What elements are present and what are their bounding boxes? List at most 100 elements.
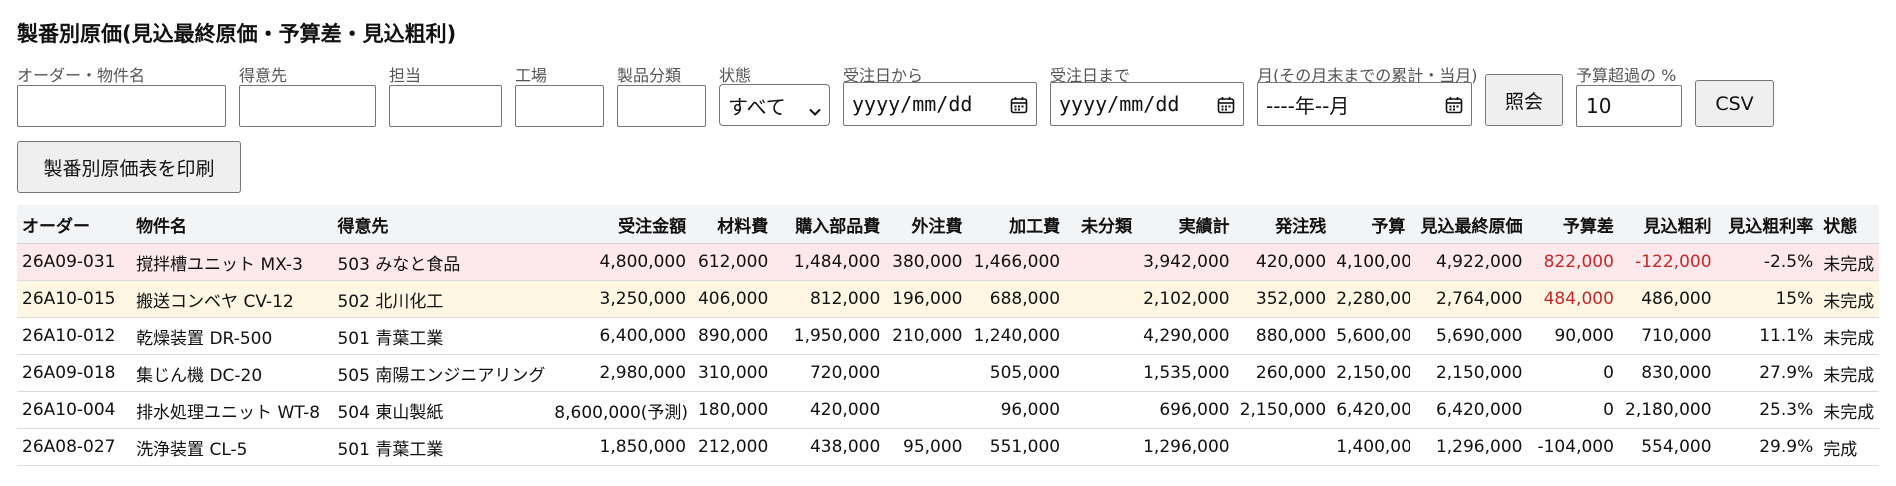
table-row[interactable]: 26A10-015 搬送コンベヤ CV-12 502 北川化工 3,250,00… <box>17 280 1879 318</box>
cell-item-name: 洗浄装置 CL-5 <box>131 428 333 466</box>
cell-budget: 1,400,000 <box>1331 428 1411 466</box>
cell-actual-total: 3,942,000 <box>1137 243 1235 281</box>
cell-order-amount: 3,250,000 <box>549 280 692 318</box>
col-outsourcing[interactable]: 外注費 <box>885 205 968 244</box>
cell-projected-profit: 830,000 <box>1618 354 1717 392</box>
cell-status: 完成 <box>1818 428 1879 466</box>
cell-order-amount: 4,800,000 <box>549 243 692 281</box>
order-input[interactable] <box>17 85 226 127</box>
cell-actual-total: 4,290,000 <box>1137 317 1235 355</box>
date-from-placeholder: yyyy/mm/dd <box>852 92 973 116</box>
cell-customer: 505 南陽エンジニアリング <box>332 354 550 392</box>
cell-actual-total: 1,296,000 <box>1137 428 1235 466</box>
col-order-amount[interactable]: 受注金額 <box>549 205 692 244</box>
table-row[interactable]: 26A09-031 撹拌槽ユニット MX-3 503 みなと食品 4,800,0… <box>17 243 1879 281</box>
calendar-icon[interactable] <box>1217 95 1235 114</box>
over-budget-input[interactable] <box>1576 85 1682 127</box>
cell-unclassified <box>1065 243 1138 281</box>
person-input[interactable] <box>389 85 502 127</box>
cell-budget-diff: 0 <box>1527 391 1619 429</box>
col-purchased-parts[interactable]: 購入部品費 <box>773 205 886 244</box>
cell-processing: 551,000 <box>967 428 1066 466</box>
table-row[interactable]: 26A10-012 乾燥装置 DR-500 501 青葉工業 6,400,000… <box>17 317 1879 355</box>
cell-profit-rate: 27.9% <box>1716 354 1819 392</box>
date-to-placeholder: yyyy/mm/dd <box>1059 92 1180 116</box>
search-button[interactable]: 照会 <box>1485 74 1563 126</box>
col-projected-profit[interactable]: 見込粗利 <box>1618 205 1717 244</box>
col-status[interactable]: 状態 <box>1818 205 1879 244</box>
cell-material-cost: 890,000 <box>691 317 774 355</box>
category-input[interactable] <box>617 85 706 127</box>
cell-purchased-parts: 1,950,000 <box>773 317 886 355</box>
cell-material-cost: 212,000 <box>691 428 774 466</box>
col-unclassified[interactable]: 未分類 <box>1065 205 1138 244</box>
cell-projected-profit: 710,000 <box>1618 317 1717 355</box>
cell-purchased-parts: 720,000 <box>773 354 886 392</box>
col-budget[interactable]: 予算 <box>1331 205 1411 244</box>
col-actual-total[interactable]: 実績計 <box>1137 205 1235 244</box>
cell-processing: 688,000 <box>967 280 1066 318</box>
cell-order: 26A10-012 <box>17 317 132 355</box>
cell-purchased-parts: 812,000 <box>773 280 886 318</box>
date-from-input[interactable]: yyyy/mm/dd <box>843 82 1037 126</box>
factory-input[interactable] <box>515 85 604 127</box>
calendar-icon[interactable] <box>1010 95 1028 114</box>
month-placeholder: ----年--月 <box>1266 93 1350 118</box>
cell-status: 未完成 <box>1818 280 1879 318</box>
cell-projected-profit: 486,000 <box>1618 280 1717 318</box>
cell-projected-cost: 6,420,000 <box>1410 391 1528 429</box>
csv-button[interactable]: CSV <box>1695 80 1774 127</box>
cell-budget-diff: -104,000 <box>1527 428 1619 466</box>
col-order-balance[interactable]: 発注残 <box>1234 205 1332 244</box>
col-order[interactable]: オーダー <box>17 205 132 244</box>
table-header-row: オーダー 物件名 得意先 受注金額 材料費 購入部品費 外注費 加工費 未分類 … <box>17 205 1879 244</box>
cell-profit-rate: -2.5% <box>1716 243 1819 281</box>
cell-order: 26A09-018 <box>17 354 132 392</box>
cell-profit-rate: 25.3% <box>1716 391 1819 429</box>
cell-customer: 503 みなと食品 <box>332 243 550 281</box>
col-budget-diff[interactable]: 予算差 <box>1527 205 1619 244</box>
month-input[interactable]: ----年--月 <box>1257 82 1472 126</box>
print-button[interactable]: 製番別原価表を印刷 <box>17 141 241 193</box>
date-to-input[interactable]: yyyy/mm/dd <box>1050 82 1244 126</box>
table-row[interactable]: 26A08-027 洗浄装置 CL-5 501 青葉工業 1,850,000 2… <box>17 428 1879 466</box>
cell-unclassified <box>1065 428 1138 466</box>
col-material-cost[interactable]: 材料費 <box>691 205 774 244</box>
cell-order-amount: 6,400,000 <box>549 317 692 355</box>
col-item-name[interactable]: 物件名 <box>131 205 333 244</box>
col-projected-cost[interactable]: 見込最終原価 <box>1410 205 1528 244</box>
table-row[interactable]: 26A09-018 集じん機 DC-20 505 南陽エンジニアリング 2,98… <box>17 354 1879 392</box>
col-profit-rate[interactable]: 見込粗利率 <box>1716 205 1819 244</box>
cell-projected-cost: 4,922,000 <box>1410 243 1528 281</box>
cell-actual-total: 1,535,000 <box>1137 354 1235 392</box>
cell-processing: 1,240,000 <box>967 317 1066 355</box>
cell-order-balance: 420,000 <box>1234 243 1332 281</box>
cell-profit-rate: 11.1% <box>1716 317 1819 355</box>
cell-projected-profit: 554,000 <box>1618 428 1717 466</box>
col-processing[interactable]: 加工費 <box>967 205 1066 244</box>
cell-actual-total: 696,000 <box>1137 391 1235 429</box>
calendar-icon[interactable] <box>1445 95 1463 114</box>
cell-order-amount: 2,980,000 <box>549 354 692 392</box>
cell-outsourcing: 210,000 <box>885 317 968 355</box>
cell-purchased-parts: 420,000 <box>773 391 886 429</box>
cell-order: 26A08-027 <box>17 428 132 466</box>
cell-material-cost: 180,000 <box>691 391 774 429</box>
status-select[interactable]: すべて <box>719 84 830 126</box>
cell-purchased-parts: 1,484,000 <box>773 243 886 281</box>
cell-purchased-parts: 438,000 <box>773 428 886 466</box>
cell-item-name: 撹拌槽ユニット MX-3 <box>131 243 333 281</box>
cell-status: 未完成 <box>1818 354 1879 392</box>
table-row[interactable]: 26A10-004 排水処理ユニット WT-8 504 東山製紙 8,600,0… <box>17 391 1879 429</box>
cell-budget: 5,600,000 <box>1331 317 1411 355</box>
cell-order: 26A09-031 <box>17 243 132 281</box>
cell-material-cost: 310,000 <box>691 354 774 392</box>
cell-processing: 505,000 <box>967 354 1066 392</box>
category-label: 製品分類 <box>617 66 682 85</box>
col-customer[interactable]: 得意先 <box>332 205 550 244</box>
customer-label: 得意先 <box>239 66 288 85</box>
cell-unclassified <box>1065 280 1138 318</box>
cell-budget: 2,280,000 <box>1331 280 1411 318</box>
customer-input[interactable] <box>239 85 376 127</box>
person-label: 担当 <box>389 66 422 85</box>
